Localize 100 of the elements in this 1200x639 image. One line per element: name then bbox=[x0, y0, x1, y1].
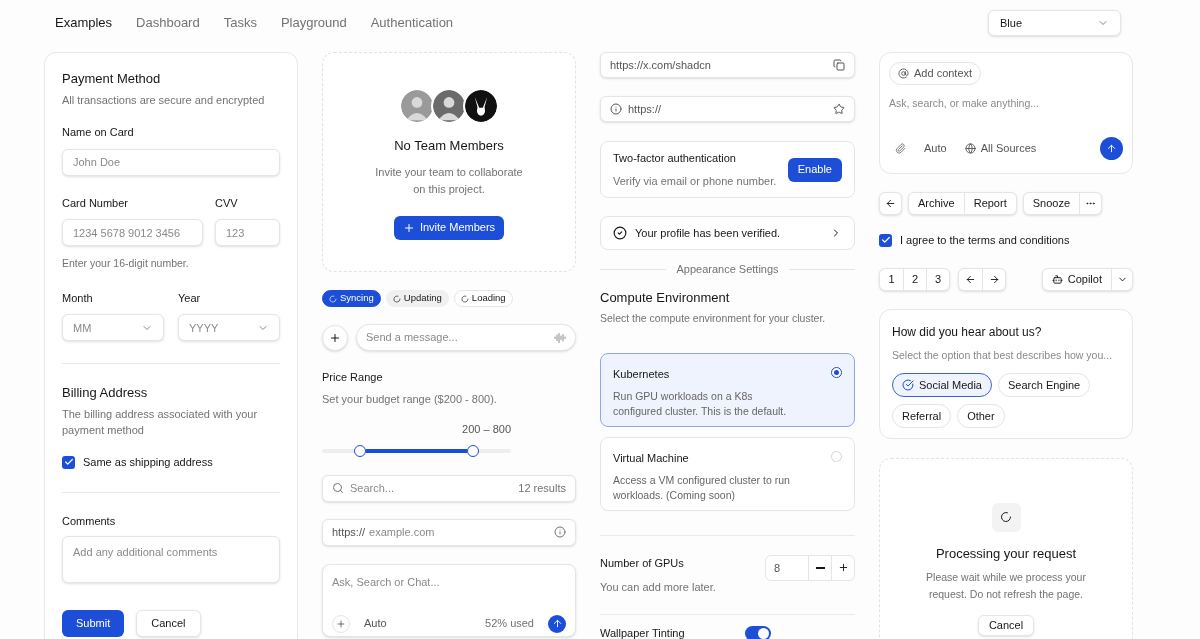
section-title: Compute Environment bbox=[600, 288, 731, 307]
at-sign-icon bbox=[898, 68, 909, 79]
page-button[interactable]: 3 bbox=[926, 268, 949, 290]
mode-button[interactable]: Auto bbox=[924, 140, 947, 157]
item-title: Two-factor authentication bbox=[613, 151, 737, 166]
slider-thumb[interactable] bbox=[353, 444, 366, 457]
nav-tab[interactable]: Playground bbox=[280, 13, 347, 33]
option-description: Run GPU workloads on a K8s configured cluster. This is the default. bbox=[613, 389, 788, 420]
back-button[interactable] bbox=[879, 192, 902, 215]
switch-label: Wallpaper Tinting bbox=[600, 625, 685, 639]
empty-state-description: Invite your team to collaborate on this project. bbox=[374, 164, 524, 197]
cvv-input[interactable]: 123 bbox=[215, 219, 280, 246]
slider-description: Set your budget range ($200 - 800). bbox=[322, 391, 498, 407]
user-avatar bbox=[431, 88, 467, 124]
choice-chip[interactable]: Search Engine bbox=[998, 373, 1091, 398]
select-field[interactable]: YYYY bbox=[178, 314, 280, 342]
card-title: How did you hear about us? bbox=[892, 323, 1043, 341]
field-description: You can add more later. bbox=[600, 580, 716, 596]
field-label: CVV bbox=[215, 195, 239, 211]
card-description: Select the option that best describes how you... bbox=[892, 347, 1114, 363]
invite-button[interactable]: Invite Members bbox=[393, 215, 505, 240]
form-button[interactable]: Cancel bbox=[136, 609, 201, 637]
arrow-left-icon bbox=[965, 273, 976, 285]
select-field[interactable]: MM bbox=[62, 314, 164, 342]
chat-box[interactable]: Ask, Search or Chat... Auto 52% used bbox=[322, 563, 576, 637]
choice-chip[interactable]: Other bbox=[957, 404, 1005, 429]
radio-card[interactable]: Kubernetes Run GPU workloads on a K8s configured cluster. This is the default. bbox=[600, 352, 855, 427]
copy-icon bbox=[833, 59, 845, 71]
prompt-input[interactable]: Ask, search, or make anything... bbox=[889, 96, 1123, 112]
search-field[interactable]: Search... 12 results bbox=[322, 474, 576, 502]
nav-tab[interactable]: Examples bbox=[55, 13, 113, 33]
search-icon bbox=[332, 482, 344, 494]
placeholder-text: example.com bbox=[369, 524, 436, 540]
user-avatar bbox=[399, 88, 435, 124]
send-button[interactable] bbox=[548, 614, 566, 633]
result-count: 12 results bbox=[518, 480, 566, 496]
robot-icon bbox=[1051, 273, 1063, 285]
field-label: Comments bbox=[62, 514, 117, 530]
logo-avatar bbox=[463, 88, 499, 124]
nav-tab[interactable]: Tasks bbox=[223, 13, 257, 33]
info-icon bbox=[554, 526, 566, 538]
form-button[interactable]: Submit bbox=[62, 609, 125, 637]
nav-tab[interactable]: Dashboard bbox=[136, 13, 200, 33]
nav-tab[interactable]: Authentication bbox=[370, 13, 454, 33]
slider-label: Price Range bbox=[322, 370, 384, 385]
add-button[interactable] bbox=[322, 324, 348, 351]
choice-chip[interactable]: Social Media bbox=[892, 373, 992, 398]
empty-state-description: Please wait while we process your request. Do not refresh the page. bbox=[925, 570, 1087, 602]
paperclip-icon bbox=[895, 143, 906, 154]
comments-textarea[interactable]: Add any additional comments bbox=[62, 535, 280, 583]
option-title: Virtual Machine bbox=[613, 450, 690, 466]
status-badge: Syncing bbox=[322, 290, 381, 307]
url-input[interactable]: https://x.com/shadcn bbox=[600, 52, 855, 78]
arrow-right-icon bbox=[988, 273, 1000, 285]
check-circle-icon bbox=[613, 226, 627, 240]
card-description: All transactions are secure and encrypted bbox=[62, 92, 266, 108]
url-prefix: https:// bbox=[332, 524, 366, 540]
empty-state-title: Processing your request bbox=[935, 544, 1077, 563]
radio-card[interactable]: Virtual Machine Access a VM configured cluster to run workloads. (Coming soon) bbox=[600, 436, 855, 511]
option-description: Access a VM configured cluster to run workloads. (Coming soon) bbox=[613, 473, 791, 504]
link-input[interactable]: https:// bbox=[600, 96, 855, 122]
sources-button[interactable]: All Sources bbox=[964, 140, 1037, 157]
page-button[interactable]: 1 bbox=[880, 268, 903, 290]
checkbox[interactable] bbox=[879, 233, 892, 247]
globe-icon bbox=[964, 143, 976, 154]
section-description: Select the compute environment for your cluster. bbox=[600, 311, 827, 326]
spinner-icon bbox=[991, 502, 1021, 532]
choice-chip[interactable]: Referral bbox=[892, 404, 952, 429]
arrow-up-icon bbox=[1106, 143, 1117, 154]
url-field[interactable]: https:// example.com bbox=[322, 518, 576, 546]
theme-select[interactable]: Blue bbox=[988, 10, 1121, 36]
checkbox[interactable] bbox=[62, 455, 75, 469]
send-button[interactable] bbox=[1100, 137, 1123, 160]
plus-icon bbox=[336, 618, 346, 629]
field-label: Number of GPUs bbox=[600, 555, 685, 571]
field-hint: Enter your 16-digit number. bbox=[62, 256, 190, 271]
page-button[interactable]: 2 bbox=[903, 268, 926, 290]
check-icon bbox=[902, 379, 914, 392]
field-label: Card Number bbox=[62, 195, 130, 211]
audio-wave-icon bbox=[554, 331, 566, 344]
plus-icon bbox=[402, 221, 415, 234]
toggle-switch[interactable] bbox=[744, 625, 771, 639]
mode-button[interactable]: Auto bbox=[364, 615, 387, 632]
verified-item[interactable]: Your profile has been verified. bbox=[600, 216, 855, 250]
toolbar-button[interactable]: Archive bbox=[909, 193, 964, 214]
slider-reading: 200 – 800 bbox=[462, 422, 511, 437]
plus-icon bbox=[329, 331, 341, 344]
message-input[interactable]: Send a message... bbox=[356, 324, 576, 351]
info-icon bbox=[610, 103, 622, 115]
enable-button[interactable]: Enable bbox=[787, 157, 842, 182]
radio-button[interactable] bbox=[831, 366, 842, 378]
placeholder-text: Search... bbox=[350, 480, 396, 496]
slider-thumb[interactable] bbox=[467, 444, 480, 457]
status-badge: Loading bbox=[453, 290, 513, 307]
toolbar-button[interactable]: Report bbox=[963, 193, 1016, 214]
cancel-button[interactable]: Cancel bbox=[977, 615, 1035, 636]
name-input[interactable]: John Doe bbox=[62, 148, 280, 176]
star-icon bbox=[833, 103, 845, 115]
card-number-input[interactable]: 1234 5678 9012 3456 bbox=[62, 219, 203, 246]
placeholder-text: Ask, Search or Chat... bbox=[332, 574, 441, 590]
